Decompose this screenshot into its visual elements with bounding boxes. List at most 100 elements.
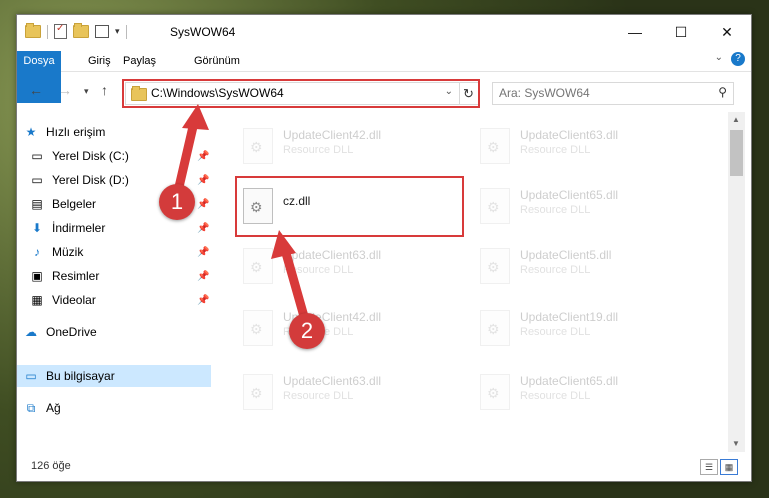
minimize-button[interactable]: — [612,15,658,49]
file-name: UpdateClient42.dll [283,128,382,142]
explorer-window: ▾ SysWOW64 — ☐ ✕ Dosya Giriş Paylaş Görü… [16,14,752,482]
tab-share[interactable]: Paylaş [116,51,163,71]
sidebar-item-label: Ağ [46,401,61,415]
documents-icon: ▤ [31,197,43,211]
address-path[interactable]: C:\Windows\SysWOW64 [151,86,284,100]
drive-icon: ▭ [31,149,43,163]
file-type: Resource DLL [520,326,591,338]
list-item[interactable]: UpdateClient63.dll Resource DLL [235,366,465,418]
forward-arrow-icon[interactable]: → [58,82,72,98]
details-view-icon[interactable]: ☰ [700,459,718,475]
sidebar-item-downloads[interactable]: ⬇ İndirmeler 📌 [29,217,223,239]
dll-file-icon [243,310,273,346]
up-arrow-icon[interactable]: ↑ [101,82,108,98]
maximize-button[interactable]: ☐ [658,15,704,49]
dll-file-icon [480,248,510,284]
dll-file-icon [480,188,510,224]
list-item[interactable]: UpdateClient19.dll Resource DLL [472,302,702,354]
pin-icon[interactable]: 📌 [197,199,209,210]
ribbon-tabs: Dosya Giriş Paylaş Görünüm ⌄ ? [17,49,751,103]
sidebar-item-videos[interactable]: ▦ Videolar 📌 [29,289,223,311]
list-item[interactable]: UpdateClient63.dll Resource DLL [472,120,702,172]
file-list: UpdateClient42.dll Resource DLL UpdateCl… [217,112,729,452]
pin-icon[interactable]: 📌 [197,175,209,186]
list-item-cz-dll[interactable]: cz.dll [235,180,465,232]
videos-icon: ▦ [31,293,43,307]
search-box[interactable]: ⚲ [492,82,734,105]
help-icon[interactable]: ? [731,52,745,66]
item-count: 126 öğe [31,460,71,472]
file-type: Resource DLL [283,264,354,276]
pin-icon[interactable]: 📌 [197,271,209,282]
tab-view[interactable]: Görünüm [187,51,247,71]
recent-locations-icon[interactable]: ▾ [84,86,89,97]
file-name: UpdateClient19.dll [520,310,619,324]
list-item[interactable]: UpdateClient65.dll Resource DLL [472,180,702,232]
pictures-icon: ▣ [31,269,43,283]
new-folder-icon[interactable] [73,23,89,38]
large-icons-view-icon[interactable]: ▦ [720,459,738,475]
sidebar-item-label: Videolar [52,293,96,307]
sidebar-item-music[interactable]: ♪ Müzik 📌 [29,241,223,263]
list-item[interactable]: UpdateClient42.dll Resource DLL [235,120,465,172]
tab-home[interactable]: Giriş [81,51,118,71]
drive-icon: ▭ [31,173,43,187]
sidebar-item-pictures[interactable]: ▣ Resimler 📌 [29,265,223,287]
file-name: UpdateClient63.dll [520,128,619,142]
view-icon[interactable] [95,25,109,38]
expand-ribbon-icon[interactable]: ⌄ [715,52,723,63]
file-type: Resource DLL [520,390,591,402]
sidebar-item-local-disk-d[interactable]: ▭ Yerel Disk (D:) 📌 [29,169,223,191]
pin-icon[interactable]: 📌 [197,295,209,306]
dll-file-icon [243,248,273,284]
sidebar-item-label: Bu bilgisayar [46,369,115,383]
refresh-button[interactable]: ↻ [458,82,480,105]
scroll-down-icon[interactable]: ▼ [732,439,740,448]
pin-icon[interactable]: 📌 [197,223,209,234]
quick-access-toolbar: ▾ [25,23,127,39]
dll-file-icon [480,128,510,164]
computer-icon: ▭ [25,369,37,383]
sidebar-item-label: Yerel Disk (C:) [52,149,129,163]
list-item[interactable]: UpdateClient42.dll Resource DLL [235,302,465,354]
music-icon: ♪ [34,245,40,259]
scroll-up-icon[interactable]: ▲ [732,115,740,124]
navigation-pane: ★ Hızlı erişim ▭ Yerel Disk (C:) 📌 ▭ Yer… [17,112,211,452]
chevron-down-icon[interactable]: ⌄ [445,86,453,97]
dll-file-icon [243,188,273,224]
sidebar-item-quick-access[interactable]: ★ Hızlı erişim [23,121,217,143]
list-item[interactable]: UpdateClient5.dll Resource DLL [472,240,702,292]
file-name: UpdateClient63.dll [283,374,382,388]
toolbar-separator [125,24,127,39]
navigation-bar: ← → ▾ ↑ C:\Windows\SysWOW64 ⌄ ↻ ⚲ [17,72,751,112]
sidebar-item-network[interactable]: ⧉ Ağ [23,397,217,419]
sidebar-item-label: OneDrive [46,325,97,339]
title-bar: ▾ SysWOW64 — ☐ ✕ [17,15,751,49]
scrollbar-thumb[interactable] [730,130,743,176]
close-button[interactable]: ✕ [704,15,750,49]
dll-file-icon [480,374,510,410]
file-type: Resource DLL [283,144,354,156]
search-input[interactable] [493,83,699,102]
list-item[interactable]: UpdateClient63.dll Resource DLL [235,240,465,292]
download-icon: ⬇ [31,221,43,235]
star-icon: ★ [25,125,37,139]
properties-icon[interactable] [54,23,67,39]
back-arrow-icon[interactable]: ← [29,82,43,98]
search-icon[interactable]: ⚲ [718,85,727,99]
dll-file-icon [243,128,273,164]
list-item[interactable]: UpdateClient65.dll Resource DLL [472,366,702,418]
file-type: Resource DLL [283,390,354,402]
pin-icon[interactable]: 📌 [197,247,209,258]
pin-icon[interactable]: 📌 [197,151,209,162]
sidebar-item-local-disk-c[interactable]: ▭ Yerel Disk (C:) 📌 [29,145,223,167]
vertical-scrollbar[interactable]: ▲ ▼ [728,112,745,452]
file-type: Resource DLL [520,264,591,276]
sidebar-item-this-pc[interactable]: ▭ Bu bilgisayar [17,365,211,387]
cloud-icon: ☁ [25,325,37,339]
folder-icon [131,86,147,101]
customize-toolbar-caret-icon[interactable]: ▾ [115,26,120,37]
address-bar[interactable]: C:\Windows\SysWOW64 ⌄ [125,82,460,105]
sidebar-item-onedrive[interactable]: ☁ OneDrive [23,321,217,343]
sidebar-item-label: İndirmeler [52,221,106,235]
